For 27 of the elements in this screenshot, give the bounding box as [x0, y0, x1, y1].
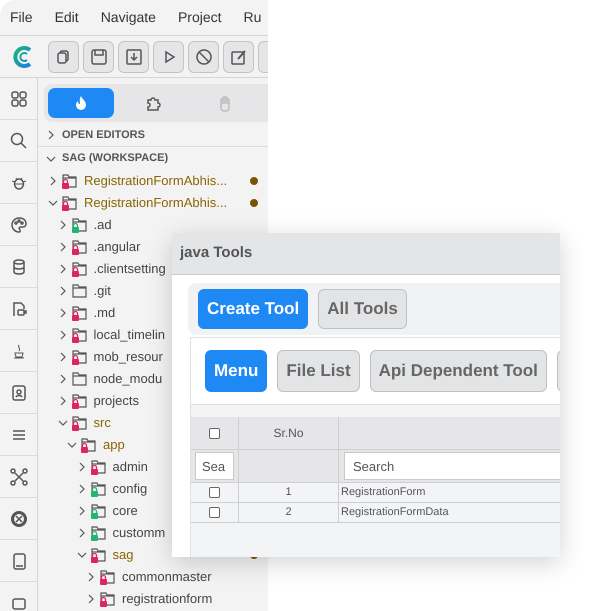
tab[interactable]: File List — [277, 350, 360, 392]
tree-item[interactable]: RegistrationFormAbhis... — [38, 170, 268, 192]
tree-item[interactable]: customm — [38, 522, 268, 544]
menu-item[interactable]: Project — [178, 7, 222, 28]
column-header: Sr.No — [239, 417, 339, 450]
menu-item[interactable]: Ru — [244, 7, 262, 28]
tab[interactable]: Api Dependent Tool — [370, 350, 547, 392]
menu-item[interactable]: Edit — [54, 7, 79, 28]
tree-item[interactable]: registrationform — [38, 588, 268, 610]
table-cell: RegistrationFormData — [339, 503, 560, 523]
section-header[interactable]: SAG (WORKSPACE) — [38, 147, 268, 170]
tool-button[interactable]: Create Tool — [198, 289, 308, 329]
window-title: java Tools — [172, 233, 560, 275]
section-header[interactable]: OPEN EDITORS — [38, 124, 268, 147]
table-cell: 2 — [239, 503, 339, 523]
tree-item[interactable]: .ad — [38, 214, 268, 236]
search-field[interactable]: Search — [344, 452, 560, 480]
menu-item[interactable]: File — [10, 7, 33, 28]
table-cell: 1 — [239, 483, 339, 503]
tool-button[interactable]: All Tools — [318, 289, 407, 329]
tab[interactable]: Menu — [205, 350, 268, 392]
menu-item[interactable]: Navigate — [100, 7, 156, 28]
tree-item[interactable]: projects — [38, 390, 268, 412]
filter-field[interactable]: Sea — [195, 452, 234, 480]
table-cell: RegistrationForm — [339, 483, 560, 503]
tree-item[interactable]: RegistrationFormAbhis... — [38, 192, 268, 214]
tree-item[interactable]: commonmaster — [38, 566, 268, 588]
